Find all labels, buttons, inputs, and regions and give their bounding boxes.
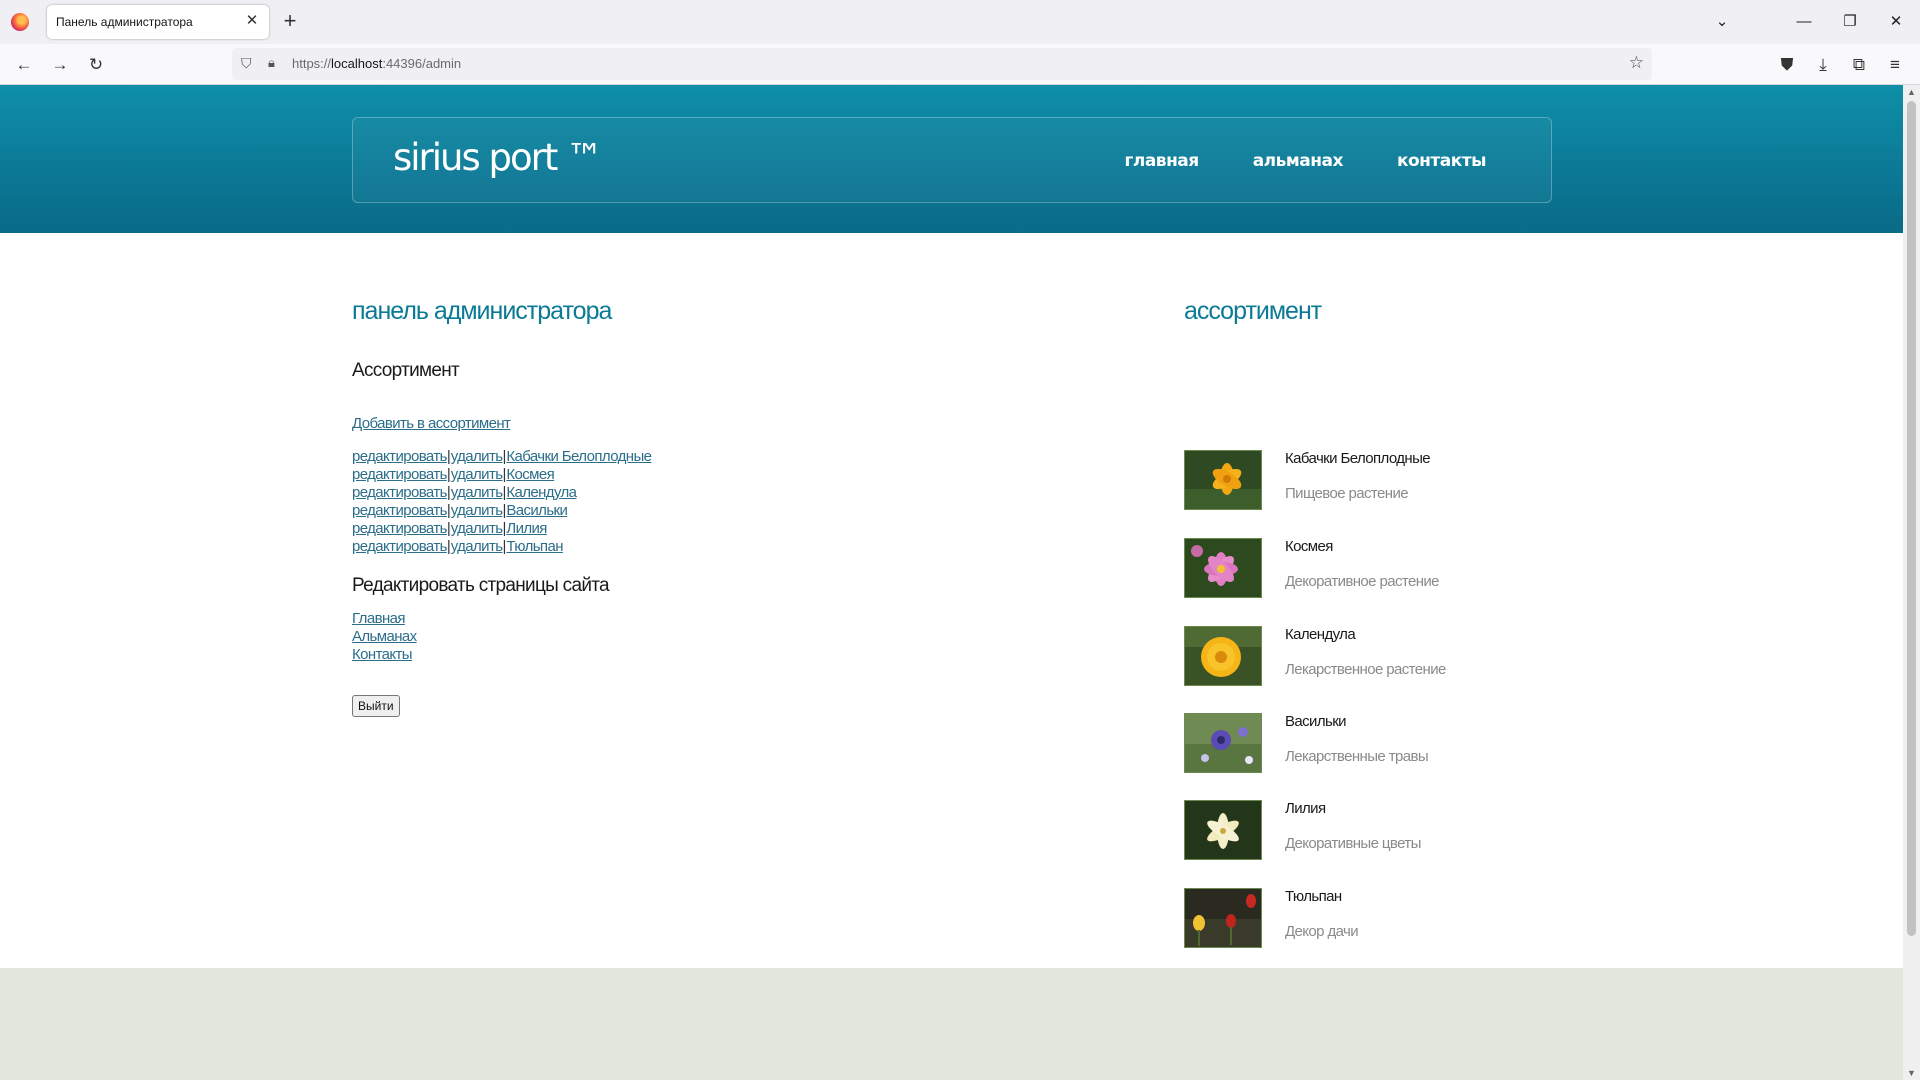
- delete-link[interactable]: удалить: [451, 502, 503, 519]
- main-content: панель администратора Ассортимент Добави…: [352, 233, 1552, 948]
- edit-link[interactable]: редактировать: [352, 520, 447, 537]
- add-to-assortment-link[interactable]: Добавить в ассортимент: [352, 415, 511, 432]
- minimize-icon[interactable]: —: [1791, 10, 1817, 34]
- firefox-logo-icon: [11, 13, 29, 31]
- item-link[interactable]: Лилия: [506, 520, 547, 537]
- yellow-flower-photo-icon: [1184, 450, 1262, 510]
- edit-link[interactable]: редактировать: [352, 448, 447, 465]
- item-link[interactable]: Космея: [506, 466, 554, 483]
- delete-link[interactable]: удалить: [451, 484, 503, 501]
- delete-link[interactable]: удалить: [451, 448, 503, 465]
- white-lily-photo-icon: [1184, 800, 1262, 860]
- list-item: редактировать|удалить|Космея: [352, 466, 555, 483]
- item-name: Кабачки Белоплодные: [1285, 450, 1431, 467]
- scrollbar-thumb[interactable]: [1907, 101, 1916, 936]
- nav-link-home[interactable]: главная: [1125, 151, 1200, 171]
- page-link-almanac[interactable]: Альманах: [352, 628, 417, 645]
- admin-panel-title: панель администратора: [352, 297, 612, 325]
- delete-link[interactable]: удалить: [451, 466, 503, 483]
- assortment-heading: Ассортимент: [352, 360, 460, 381]
- item-name: Космея: [1285, 538, 1333, 555]
- header-box: sirius port ™ главная альманах контакты: [352, 117, 1552, 203]
- tulip-photo-icon: [1184, 888, 1262, 948]
- forward-icon[interactable]: →: [48, 53, 72, 77]
- orange-flower-photo-icon: [1184, 626, 1262, 686]
- downloads-icon[interactable]: ⤓: [1811, 53, 1835, 77]
- close-window-icon[interactable]: ✕: [1883, 10, 1909, 34]
- page-link-contacts[interactable]: Контакты: [352, 646, 413, 663]
- url-bar[interactable]: ⛉ 🔒︎ https://localhost:44396/admin ☆: [232, 48, 1652, 80]
- pocket-icon[interactable]: ⛊: [1775, 53, 1799, 77]
- assortment-item[interactable]: Космея Декоративное растение: [1184, 538, 1552, 598]
- scroll-down-arrow-icon[interactable]: ▼: [1903, 1068, 1920, 1078]
- item-desc: Декоративное растение: [1285, 573, 1440, 590]
- item-name: Календула: [1285, 626, 1356, 643]
- browser-nav-bar: ← → ↻ ⛉ 🔒︎ https://localhost:44396/admin…: [0, 44, 1920, 85]
- site-pages-list: Главная Альманах Контакты: [352, 610, 417, 664]
- assortment-edit-list: редактировать|удалить|Кабачки Белоплодны…: [352, 448, 652, 556]
- list-item: редактировать|удалить|Лилия: [352, 520, 547, 537]
- tab-close-icon[interactable]: ✕: [243, 11, 261, 31]
- assortment-item[interactable]: Васильки Лекарственные травы: [1184, 713, 1552, 773]
- page-link-home[interactable]: Главная: [352, 610, 406, 627]
- item-link[interactable]: Тюльпан: [506, 538, 563, 555]
- list-item: редактировать|удалить|Календула: [352, 484, 577, 501]
- item-link[interactable]: Кабачки Белоплодные: [506, 448, 652, 465]
- site-logo[interactable]: sirius port ™: [393, 136, 603, 179]
- delete-link[interactable]: удалить: [451, 538, 503, 555]
- tab-title: Панель администратора: [56, 15, 193, 29]
- list-tabs-icon[interactable]: ⌄: [1709, 10, 1735, 34]
- item-link[interactable]: Календула: [506, 484, 577, 501]
- edit-link[interactable]: редактировать: [352, 502, 447, 519]
- bookmark-star-icon[interactable]: ☆: [1629, 53, 1644, 73]
- nav-link-contacts[interactable]: контакты: [1397, 151, 1487, 171]
- assortment-item[interactable]: Кабачки Белоплодные Пищевое растение: [1184, 450, 1552, 510]
- restore-icon[interactable]: ❐: [1837, 10, 1863, 34]
- site-footer: [0, 968, 1903, 1080]
- url-text[interactable]: https://localhost:44396/admin: [292, 56, 461, 71]
- new-tab-button[interactable]: +: [280, 10, 300, 32]
- list-item: редактировать|удалить|Васильки: [352, 502, 568, 519]
- assortment-item[interactable]: Тюльпан Декор дачи: [1184, 888, 1552, 948]
- delete-link[interactable]: удалить: [451, 520, 503, 537]
- reload-icon[interactable]: ↻: [84, 53, 108, 77]
- item-link[interactable]: Васильки: [506, 502, 568, 519]
- assortment-item[interactable]: Календула Лекарственное растение: [1184, 626, 1552, 686]
- item-desc: Декор дачи: [1285, 923, 1359, 940]
- item-desc: Лекарственное растение: [1285, 661, 1446, 678]
- menu-icon[interactable]: ≡: [1883, 53, 1907, 77]
- tracking-shield-icon[interactable]: ⛉: [241, 55, 252, 72]
- edit-link[interactable]: редактировать: [352, 466, 447, 483]
- extensions-icon[interactable]: ⧉: [1847, 53, 1871, 77]
- pink-flower-photo-icon: [1184, 538, 1262, 598]
- item-desc: Пищевое растение: [1285, 485, 1409, 502]
- assortment-item[interactable]: Лилия Декоративные цветы: [1184, 800, 1552, 860]
- nav-link-almanac[interactable]: альманах: [1253, 151, 1344, 171]
- edit-link[interactable]: редактировать: [352, 484, 447, 501]
- web-page: sirius port ™ главная альманах контакты …: [0, 85, 1903, 1080]
- main-nav: главная альманах контакты: [1125, 151, 1487, 171]
- item-desc: Лекарственные травы: [1285, 748, 1429, 765]
- edit-link[interactable]: редактировать: [352, 538, 447, 555]
- list-item: редактировать|удалить|Кабачки Белоплодны…: [352, 448, 652, 465]
- back-icon[interactable]: ←: [12, 53, 36, 77]
- list-item: редактировать|удалить|Тюльпан: [352, 538, 563, 555]
- logout-button[interactable]: Выйти: [352, 695, 400, 717]
- lock-icon[interactable]: 🔒︎: [268, 55, 275, 71]
- item-name: Тюльпан: [1285, 888, 1342, 905]
- browser-tab-active[interactable]: Панель администратора ✕: [47, 5, 269, 39]
- scroll-up-arrow-icon[interactable]: ▲: [1903, 87, 1920, 97]
- assortment-title: ассортимент: [1184, 297, 1322, 325]
- purple-flower-photo-icon: [1184, 713, 1262, 773]
- page-scrollbar[interactable]: ▲ ▼: [1903, 85, 1920, 1080]
- item-name: Васильки: [1285, 713, 1347, 730]
- item-desc: Декоративные цветы: [1285, 835, 1421, 852]
- browser-tab-bar: Панель администратора ✕ + ⌄ — ❐ ✕: [0, 0, 1920, 44]
- item-name: Лилия: [1285, 800, 1326, 817]
- site-header: sirius port ™ главная альманах контакты: [0, 85, 1903, 233]
- edit-pages-heading: Редактировать страницы сайта: [352, 575, 610, 596]
